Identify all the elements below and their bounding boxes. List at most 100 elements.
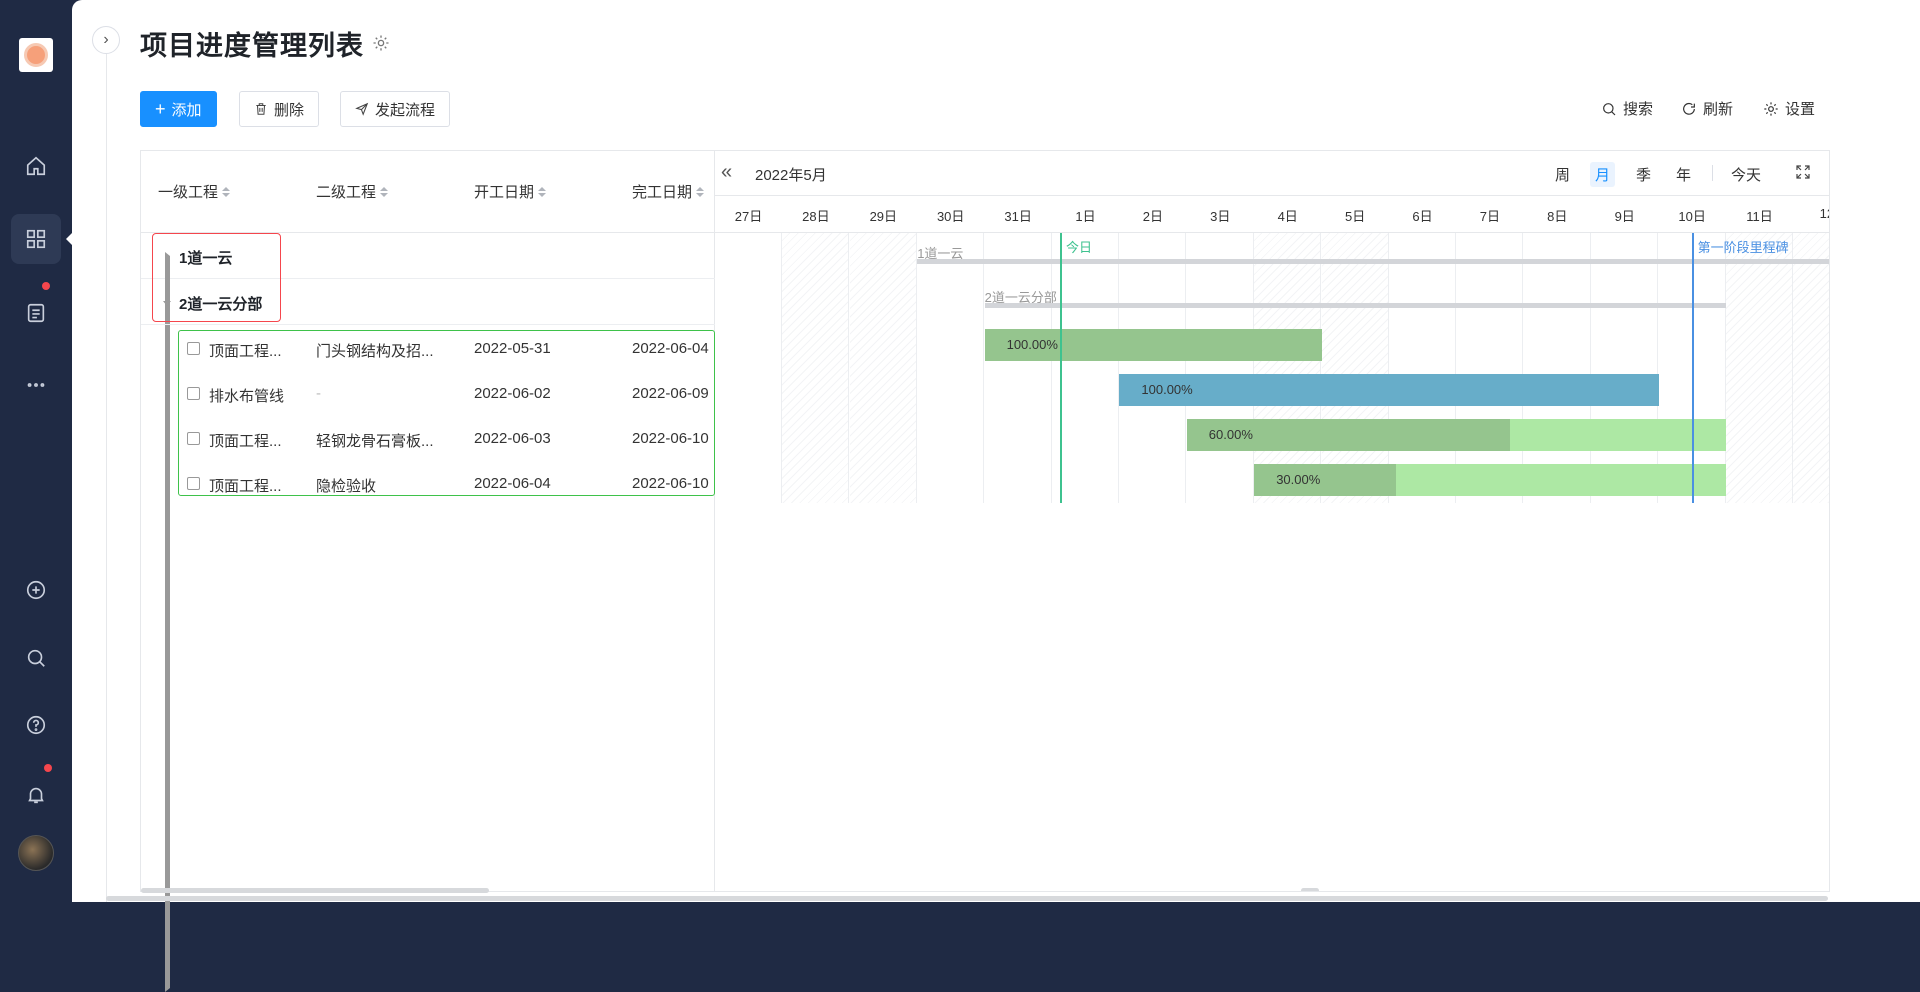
chevron-right-icon: › [103,31,109,48]
day-column [715,233,782,503]
start-flow-button[interactable]: 发起流程 [340,91,451,127]
day-column [917,233,985,503]
task-bar[interactable]: 30.00% [1254,464,1726,496]
bell-icon[interactable] [11,770,61,820]
task-bar[interactable]: 100.00% [984,329,1322,361]
page-scrollbar[interactable] [106,896,1828,901]
sort-icon[interactable] [380,186,389,197]
table-scrollbar[interactable] [141,888,489,893]
expand-sidebar-button[interactable]: › [92,26,120,54]
day-label: 28日 [802,209,830,224]
day-label: 8日 [1547,209,1568,224]
day-label: 4日 [1277,209,1298,224]
double-chevron-left-icon[interactable]: « [721,161,732,184]
fullscreen-icon[interactable] [1795,164,1811,180]
help-icon[interactable] [11,700,61,750]
day-label: 1日 [1075,209,1096,224]
search-tool-label: 搜索 [1623,101,1654,118]
sort-icon[interactable] [538,186,547,197]
day-column [1793,233,1829,503]
zoom-week[interactable]: 周 [1555,164,1570,185]
task-progress [1119,374,1659,406]
avatar[interactable] [18,835,54,871]
sort-icon[interactable] [222,186,231,197]
today-button[interactable]: 今天 [1731,164,1761,185]
add-circle-icon[interactable] [11,565,61,615]
page-title: 项目进度管理列表 [140,31,364,61]
refresh-tool[interactable]: 刷新 [1681,98,1733,119]
day-column [1119,233,1187,503]
apps-grid-icon[interactable] [11,214,72,264]
day-column [1591,233,1659,503]
day-label: 9日 [1614,209,1635,224]
milestone-label: 第一阶段里程碑 [1697,240,1789,255]
day-label: 30日 [936,209,965,224]
group-highlight-box [152,233,281,322]
day-column [782,233,850,503]
day-label: 27日 [734,209,763,224]
day-label: 10日 [1678,209,1706,224]
milestone-line[interactable] [1691,233,1694,503]
gantt-scrollbar[interactable] [1301,888,1319,891]
home-icon[interactable] [11,141,61,191]
zoom-month[interactable]: 月 [1590,162,1616,187]
add-button-label: 添加 [171,101,202,119]
day-label: 12 [1819,206,1829,221]
refresh-icon [1683,102,1695,115]
day-column [1187,233,1254,503]
day-column [1524,233,1591,503]
start-flow-label: 发起流程 [375,101,436,119]
day-column [1254,233,1322,503]
delete-button[interactable]: 删除 [239,91,320,127]
day-header: 27日 28日 29日 30日 31日 1日 2日 3日 4日 5日 6日 7日 8日 9日 10日 11日 1… [715,196,1829,233]
day-column [1321,233,1389,503]
day-column [1726,233,1793,503]
day-column [1456,233,1524,503]
divider [1712,165,1713,181]
zoom-year[interactable]: 年 [1676,164,1691,185]
search-icon[interactable] [11,633,61,683]
day-label: 6日 [1412,209,1433,224]
plus-icon: + [155,99,166,119]
task-bar[interactable]: 100.00% [1119,374,1659,406]
gantt-chart: « 2022年5月 周 月 季 年 今天 27日 28日 29日 30日 31日 1日 2日… [715,151,1829,891]
task-table: 一级工程 二级工程 开工日期 完工日期 1道一云 2道一云分部 顶面工程... … [141,151,715,992]
side-nav [0,0,72,902]
progress-label: 100.00% [1141,382,1193,397]
add-button[interactable]: + 添加 [140,91,217,127]
day-label: 31日 [1004,209,1032,224]
day-label: 5日 [1344,209,1366,224]
day-column [1052,233,1119,503]
table-header: 一级工程 二级工程 开工日期 完工日期 [141,151,715,233]
gear-icon [1764,101,1778,116]
document-icon[interactable] [11,288,61,338]
delete-button-label: 删除 [274,101,305,119]
column-header[interactable]: 完工日期 [632,181,705,202]
gantt-table: 一级工程 二级工程 开工日期 完工日期 1道一云 2道一云分部 顶面工程... … [140,150,1830,992]
column-header[interactable]: 一级工程 [158,181,231,202]
day-column [1389,233,1456,503]
progress-label: 100.00% [1006,337,1058,352]
divider [106,54,107,902]
day-label: 3日 [1210,209,1231,224]
gear-icon[interactable] [372,34,390,52]
summary-bar[interactable] [984,303,1726,308]
send-icon [355,102,369,116]
search-icon [1603,102,1616,115]
task-bar[interactable]: 60.00% [1186,419,1726,451]
more-icon[interactable] [11,360,61,410]
zoom-quarter[interactable]: 季 [1636,164,1651,185]
search-tool[interactable]: 搜索 [1601,98,1653,119]
rows-highlight-box [178,330,715,496]
settings-tool[interactable]: 设置 [1763,98,1815,119]
app-logo[interactable] [19,38,53,72]
refresh-tool-label: 刷新 [1703,101,1734,118]
month-label: 2022年5月 [755,167,827,184]
gantt-toolbar: « 2022年5月 周 月 季 年 今天 [715,151,1829,196]
trash-icon [256,103,266,115]
sort-icon[interactable] [696,186,705,197]
column-header[interactable]: 开工日期 [474,181,547,202]
day-label: 29日 [869,209,898,224]
column-header[interactable]: 二级工程 [316,181,389,202]
today-marker-label: 今日 [1066,240,1093,255]
